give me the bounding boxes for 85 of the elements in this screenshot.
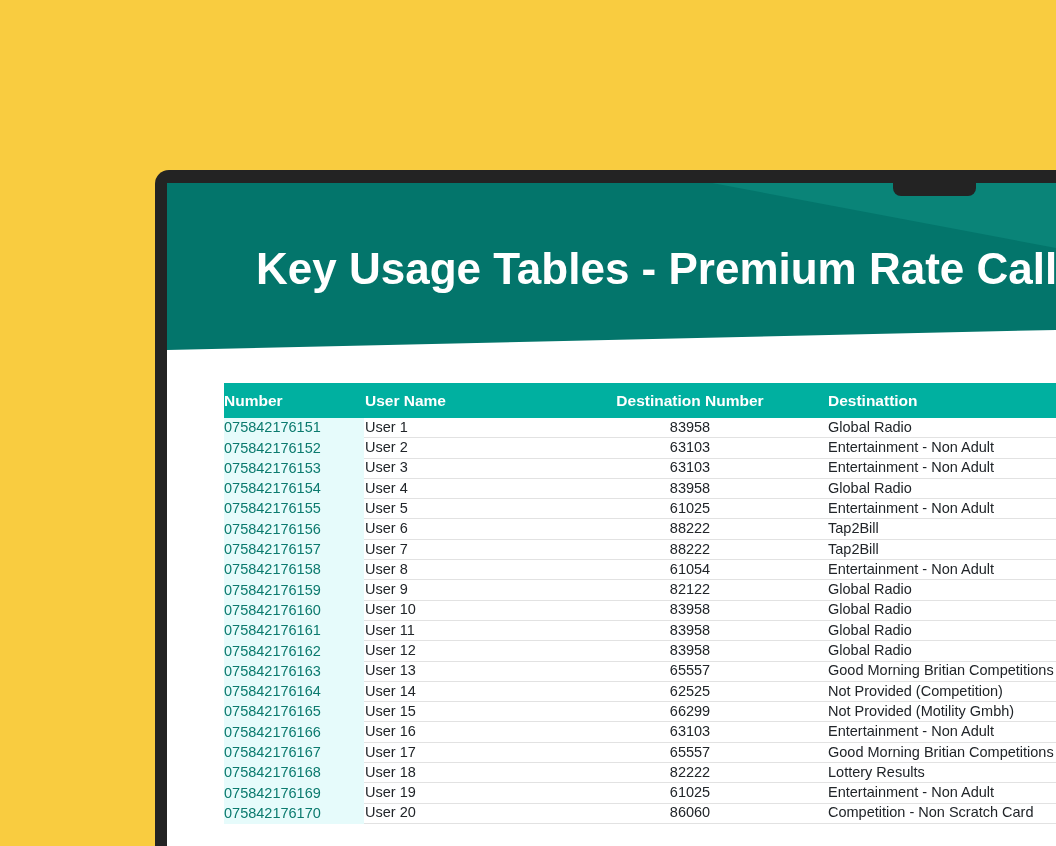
- table-cell: 83958: [600, 478, 780, 500]
- table-cell: 075842176164: [224, 681, 364, 703]
- table-cell: 075842176168: [224, 763, 364, 784]
- table-cell: 075842176160: [224, 600, 364, 621]
- table-cell: User 4: [364, 478, 600, 500]
- table-cell: User 12: [364, 641, 600, 662]
- table-cell: User 18: [364, 763, 600, 784]
- table-cell: Lottery Results: [780, 763, 1056, 784]
- table-cell: 075842176166: [224, 722, 364, 743]
- table-cell: 61025: [600, 499, 780, 520]
- report-title: Key Usage Tables - Premium Rate Call: [256, 243, 1056, 295]
- table-cell: User 5: [364, 499, 600, 520]
- table-cell: 83958: [600, 641, 780, 662]
- table-cell: User 3: [364, 458, 600, 479]
- table-cell: 63103: [600, 438, 780, 459]
- table-cell: 075842176153: [224, 458, 364, 479]
- table-cell: Global Radio: [780, 620, 1056, 642]
- table-cell: 075842176165: [224, 702, 364, 723]
- table-cell: Entertainment - Non Adult: [780, 438, 1056, 459]
- table-cell: 88222: [600, 519, 780, 540]
- table-cell: Entertainment - Non Adult: [780, 722, 1056, 743]
- table-cell: 88222: [600, 539, 780, 561]
- table-cell: 075842176156: [224, 519, 364, 540]
- table-cell: User 9: [364, 580, 600, 601]
- table-cell: Entertainment - Non Adult: [780, 783, 1056, 804]
- table-cell: User 15: [364, 702, 600, 723]
- table-cell: 075842176162: [224, 641, 364, 662]
- table-cell: Good Morning Britian Competitions: [780, 661, 1056, 682]
- table-cell: 075842176155: [224, 499, 364, 520]
- table-cell: User 17: [364, 742, 600, 764]
- table-cell: Entertainment - Non Adult: [780, 458, 1056, 479]
- column-header: Destination Number: [615, 390, 765, 411]
- table-cell: 82222: [600, 763, 780, 784]
- table-cell: Global Radio: [780, 478, 1056, 500]
- table-cell: 62525: [600, 681, 780, 703]
- table-cell: Good Morning Britian Competitions: [780, 742, 1056, 764]
- table-cell: 65557: [600, 742, 780, 764]
- table-cell: User 14: [364, 681, 600, 703]
- table-cell: 075842176154: [224, 478, 364, 500]
- table-cell: Competition - Non Scratch Card: [780, 803, 1056, 824]
- table-cell: 63103: [600, 458, 780, 479]
- table-cell: 63103: [600, 722, 780, 743]
- table-cell: User 11: [364, 620, 600, 642]
- table-cell: 83958: [600, 418, 780, 439]
- table-cell: 83958: [600, 620, 780, 642]
- table-cell: 65557: [600, 661, 780, 682]
- table-cell: 075842176152: [224, 438, 364, 459]
- table-cell: Global Radio: [780, 580, 1056, 601]
- table-cell: Not Provided (Competition): [780, 681, 1056, 703]
- table-cell: 075842176170: [224, 803, 364, 824]
- table-cell: User 8: [364, 560, 600, 581]
- table-cell: 86060: [600, 803, 780, 824]
- table-cell: 075842176161: [224, 620, 364, 642]
- table-cell: User 20: [364, 803, 600, 824]
- table-cell: User 2: [364, 438, 600, 459]
- table-cell: 61025: [600, 783, 780, 804]
- table-cell: Tap2Bill: [780, 519, 1056, 540]
- table-cell: User 7: [364, 539, 600, 561]
- table-cell: Global Radio: [780, 641, 1056, 662]
- table-cell: Global Radio: [780, 418, 1056, 439]
- column-header: User Name: [364, 390, 447, 411]
- table-cell: 82122: [600, 580, 780, 601]
- table-cell: User 13: [364, 661, 600, 682]
- table-cell: Not Provided (Motility Gmbh): [780, 702, 1056, 723]
- table-cell: Entertainment - Non Adult: [780, 499, 1056, 520]
- table-cell: 61054: [600, 560, 780, 581]
- table-cell: Global Radio: [780, 600, 1056, 621]
- table-cell: 075842176159: [224, 580, 364, 601]
- table-cell: User 6: [364, 519, 600, 540]
- table-cell: 66299: [600, 702, 780, 723]
- table-cell: 075842176163: [224, 661, 364, 682]
- table-cell: User 16: [364, 722, 600, 743]
- table-cell: 075842176169: [224, 783, 364, 804]
- table-cell: User 1: [364, 418, 600, 439]
- column-header: Destinattion: [827, 390, 919, 411]
- table-cell: Entertainment - Non Adult: [780, 560, 1056, 581]
- table-cell: 83958: [600, 600, 780, 621]
- table-cell: User 10: [364, 600, 600, 621]
- table-cell: 075842176158: [224, 560, 364, 581]
- table-cell: 075842176157: [224, 539, 364, 561]
- table-cell: Tap2Bill: [780, 539, 1056, 561]
- column-header: Number: [224, 390, 284, 411]
- table-cell: 075842176151: [224, 418, 364, 439]
- table-cell: User 19: [364, 783, 600, 804]
- table-cell: 075842176167: [224, 742, 364, 764]
